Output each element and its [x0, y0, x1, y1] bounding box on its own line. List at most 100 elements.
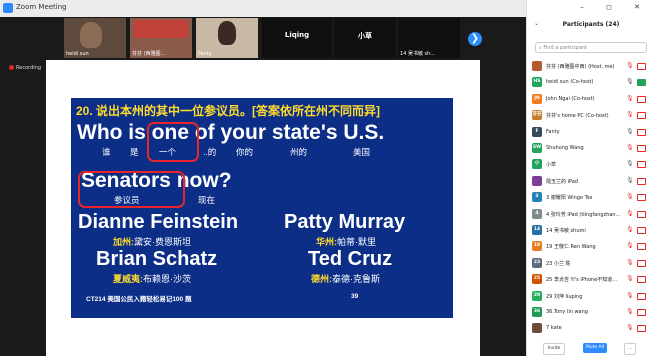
- video-camera-off-icon[interactable]: [637, 292, 646, 300]
- cn-word: 是: [130, 147, 139, 157]
- participant-row[interactable]: 19 19 王敬仁 Ren Wang 🎙: [527, 238, 655, 254]
- invite-button[interactable]: Invite: [543, 343, 565, 355]
- video-camera-icon[interactable]: [637, 79, 646, 87]
- microphone-muted-icon[interactable]: 🎙: [626, 309, 634, 315]
- more-options-button[interactable]: ...: [624, 343, 636, 355]
- participant-avatar: SW: [532, 143, 542, 153]
- video-camera-off-icon[interactable]: [637, 128, 646, 136]
- video-camera-off-icon[interactable]: [637, 325, 646, 333]
- participant-row[interactable]: HS heidi sun (Co-host) 🎙: [527, 74, 655, 90]
- participant-row[interactable]: 14 14 吴书敏 shumi 🎙: [527, 222, 655, 238]
- video-camera-off-icon[interactable]: [637, 112, 646, 120]
- video-camera-off-icon[interactable]: [637, 194, 646, 202]
- name-tile-xiaocao[interactable]: 小草: [334, 18, 396, 58]
- participant-avatar: F: [532, 126, 542, 137]
- video-camera-off-icon[interactable]: [637, 227, 646, 234]
- participant-avatar: HS: [532, 77, 542, 88]
- name-tile-14[interactable]: 14 吴书敏 sh...: [398, 18, 460, 58]
- participant-avatar: 小: [532, 159, 542, 170]
- recording-indicator: Recording: [9, 65, 41, 71]
- participant-avatar: [532, 323, 542, 334]
- participant-row[interactable]: 隨玉兰的 iPad 🎙: [527, 173, 655, 189]
- microphone-muted-icon[interactable]: 🎙: [626, 210, 634, 217]
- senator-name: Brian Schatz: [96, 248, 218, 270]
- slide-en-line-1: Who is one of your state's U.S.: [77, 121, 385, 144]
- participant-avatar: 4: [532, 208, 542, 219]
- microphone-muted-icon[interactable]: 🎙: [626, 276, 634, 282]
- participant-avatar: [532, 61, 542, 71]
- microphone-icon[interactable]: 🎙: [626, 128, 634, 135]
- video-camera-off-icon[interactable]: [637, 243, 646, 251]
- participant-row[interactable]: 29 29 刘萍 liuping 🎙: [527, 288, 655, 304]
- microphone-icon[interactable]: 🎙: [626, 161, 634, 167]
- participant-row[interactable]: 3 3 谢耀阳 Wingo Tse 🎙: [527, 189, 655, 205]
- participant-row[interactable]: 36 36.Tony lin wang 🎙: [527, 304, 655, 320]
- video-camera-off-icon[interactable]: [637, 63, 646, 70]
- microphone-muted-icon[interactable]: 🎙: [626, 292, 634, 299]
- video-camera-off-icon[interactable]: [637, 276, 646, 284]
- participant-row[interactable]: JN John Ngai (Co-host) 🎙: [527, 91, 655, 107]
- participants-panel: – ◻ ✕ ⌄ Participants (24) ⌕ Find a parti…: [526, 0, 655, 356]
- video-camera-off-icon[interactable]: [637, 177, 646, 185]
- video-camera-off-icon[interactable]: [637, 309, 646, 316]
- participant-avatar: [532, 175, 542, 186]
- participant-name: 29 刘萍 liuping: [546, 293, 583, 300]
- microphone-icon[interactable]: 🎙: [626, 177, 634, 184]
- video-tile-fanty[interactable]: Fanty: [196, 18, 258, 58]
- microphone-muted-icon[interactable]: 🎙: [626, 259, 634, 266]
- slide-footer: CT214 美国公民入籍轻松易记100 题: [86, 296, 192, 303]
- microphone-muted-icon[interactable]: 🎙: [626, 227, 634, 233]
- participant-name: 3 谢耀阳 Wingo Tse: [546, 195, 593, 202]
- cn-word: 参议员: [114, 195, 140, 205]
- microphone-muted-icon[interactable]: 🎙: [626, 112, 634, 118]
- participant-row[interactable]: SW Shuhong Wang 🎙: [527, 140, 655, 156]
- participant-video: [80, 22, 102, 48]
- recording-label: Recording: [16, 65, 42, 71]
- shared-screen: 20. 说出本州的其中一位参议员。[答案依所在州不同而异] Who is one…: [46, 60, 480, 356]
- cn-word: 州的: [290, 147, 308, 157]
- microphone-muted-icon[interactable]: 🎙: [626, 194, 634, 200]
- participant-row[interactable]: 4 4 张玲芳 iPad (tlingfangzhan... 🎙: [527, 206, 655, 222]
- slide-page-number: 39: [351, 293, 359, 300]
- video-tile-heidi[interactable]: heidi sun: [64, 18, 126, 58]
- slide: 20. 说出本州的其中一位参议员。[答案依所在州不同而异] Who is one…: [71, 98, 453, 318]
- record-dot-icon: [9, 65, 14, 70]
- next-page-button[interactable]: ❯: [468, 32, 482, 46]
- participants-title: Participants (24): [562, 21, 620, 28]
- mute-all-button[interactable]: Mute All: [583, 343, 607, 353]
- participant-search-input[interactable]: ⌕ Find a participant: [535, 42, 647, 53]
- participant-name: 19 王敬仁 Ren Wang: [546, 244, 596, 251]
- tile-name: 14 吴书敏 sh...: [400, 51, 436, 57]
- participant-row[interactable]: 芬芬 (西雅图中西) (Host, me) 🎙: [527, 58, 655, 74]
- name-tile-liqing[interactable]: Liqing: [262, 18, 332, 58]
- title-bar: Zoom Meeting: [0, 0, 526, 17]
- video-camera-off-icon[interactable]: [637, 95, 646, 103]
- senator-name: Ted Cruz: [308, 248, 393, 270]
- microphone-muted-icon[interactable]: 🎙: [626, 145, 634, 151]
- participant-name: 芬芬 (西雅图中西) (Host, me): [546, 64, 615, 70]
- participant-avatar: 14: [532, 225, 542, 235]
- microphone-muted-icon[interactable]: 🎙: [626, 63, 634, 69]
- microphone-icon[interactable]: 🎙: [626, 79, 634, 85]
- participant-avatar: 芬芬: [532, 110, 542, 121]
- video-tile-fenfen[interactable]: 芬芬 (西雅图...: [130, 18, 192, 58]
- video-camera-off-icon[interactable]: [637, 145, 646, 152]
- video-camera-off-icon[interactable]: [637, 161, 646, 169]
- participant-row[interactable]: 7 kate 🎙: [527, 320, 655, 336]
- participant-row[interactable]: 芬芬 芬芬's home PC (Co-host) 🎙: [527, 107, 655, 123]
- participant-row[interactable]: 25 25 李贞吉 Yi's iPhone不知道... 🎙: [527, 271, 655, 287]
- participant-row[interactable]: F Fanty 🎙: [527, 124, 655, 140]
- microphone-muted-icon[interactable]: 🎙: [626, 243, 634, 249]
- participant-row[interactable]: 小小草 🎙: [527, 156, 655, 172]
- participant-name: 36.Tony lin wang: [546, 309, 588, 315]
- microphone-muted-icon[interactable]: 🎙: [626, 325, 634, 331]
- participant-row[interactable]: 23 23 小兰 陈 🎙: [527, 255, 655, 271]
- senator-name: Dianne Feinstein: [78, 211, 239, 233]
- window-controls[interactable]: – ◻ ✕: [580, 3, 650, 11]
- senator-cn: 德州:泰德·克鲁斯: [311, 274, 380, 284]
- tile-center-name: 小草: [358, 32, 372, 40]
- video-camera-off-icon[interactable]: [637, 210, 646, 218]
- slide-question: 20. 说出本州的其中一位参议员。[答案依所在州不同而异]: [76, 104, 381, 118]
- video-camera-off-icon[interactable]: [637, 259, 646, 267]
- microphone-muted-icon[interactable]: 🎙: [626, 95, 634, 102]
